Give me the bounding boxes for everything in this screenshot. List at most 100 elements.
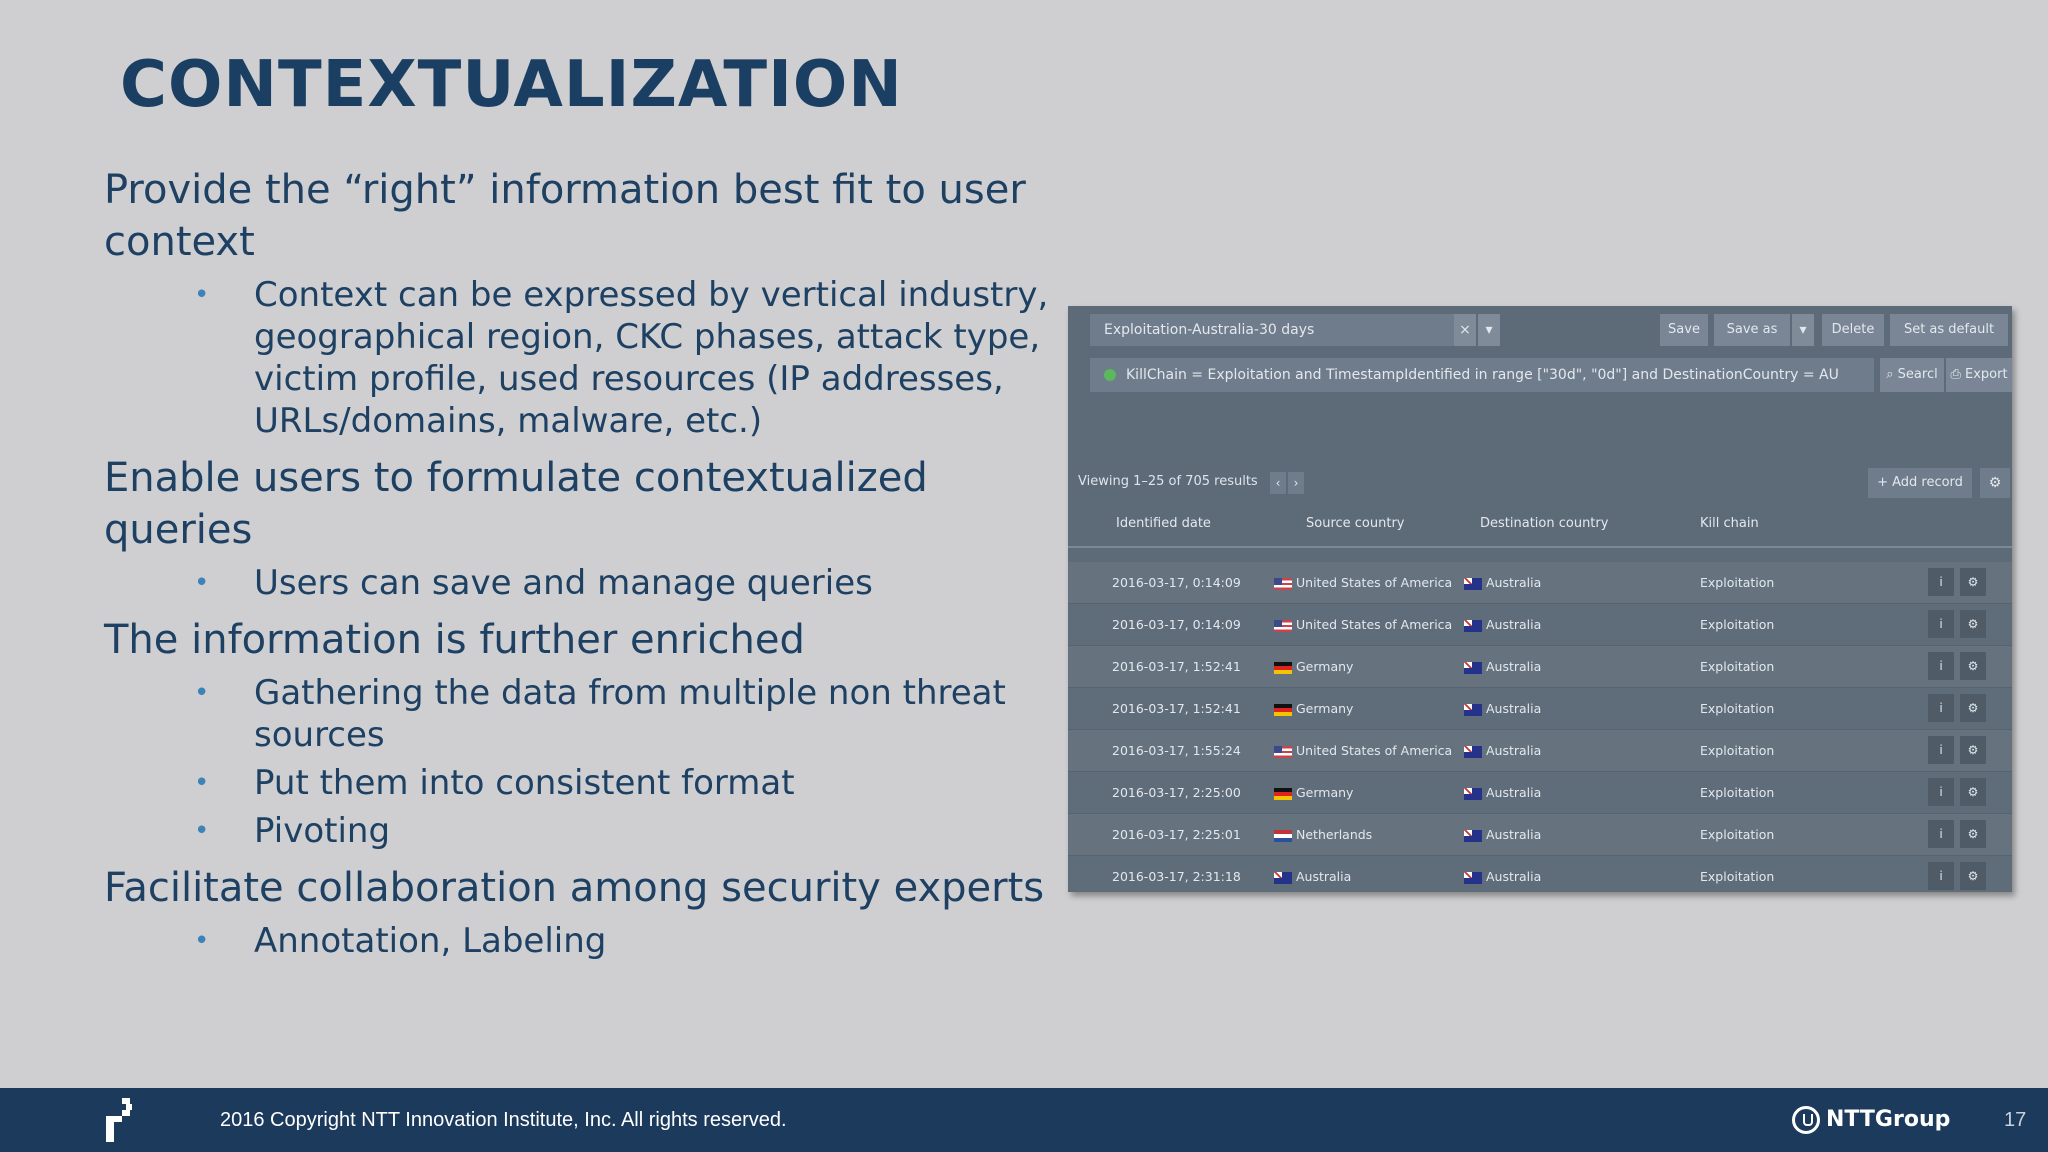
cell-source: Germany — [1274, 646, 1353, 687]
bullet-level1: Provide the “right” information best fit… — [104, 164, 1064, 268]
table-row[interactable]: 2016-03-17, 0:14:09 United States of Amer… — [1068, 562, 2012, 604]
bullet-text: Context can be expressed by vertical ind… — [254, 275, 1049, 441]
destination-flag-icon — [1464, 829, 1482, 842]
ntt-circle-icon — [1792, 1106, 1820, 1134]
row-info-icon[interactable]: i — [1928, 736, 1954, 764]
table-row[interactable]: 2016-03-17, 1:55:24 United States of Amer… — [1068, 730, 2012, 772]
destination-country: Australia — [1486, 659, 1542, 674]
save-button[interactable]: Save — [1660, 314, 1708, 346]
bullet-dot-icon: • — [194, 280, 210, 310]
cell-destination: Australia — [1464, 688, 1541, 729]
table-row[interactable]: 2016-03-17, 1:52:41 Germany Australia Explo… — [1068, 688, 2012, 730]
cell-date: 2016-03-17, 2:25:00 — [1112, 785, 1241, 800]
results-table: 2016-03-17, 0:14:09 United States of Amer… — [1068, 562, 2012, 892]
row-settings-icon[interactable]: ⚙ — [1960, 862, 1986, 890]
row-settings-icon[interactable]: ⚙ — [1960, 778, 1986, 806]
brand-text: NTTGroup — [1826, 1107, 1951, 1132]
destination-flag-icon — [1464, 619, 1482, 632]
bullet-text: Enable users to formulate contextualized… — [104, 455, 928, 553]
bullet-text: Facilitate collaboration among security … — [104, 865, 1045, 911]
table-row[interactable]: 2016-03-17, 2:25:00 Germany Australia Explo… — [1068, 772, 2012, 814]
column-header-source[interactable]: Source country — [1306, 516, 1405, 531]
row-info-icon[interactable]: i — [1928, 652, 1954, 680]
cell-date: 2016-03-17, 0:14:09 — [1112, 575, 1241, 590]
destination-country: Australia — [1486, 701, 1542, 716]
header-divider — [1068, 546, 2012, 548]
bullet-text: Users can save and manage queries — [254, 563, 873, 603]
row-settings-icon[interactable]: ⚙ — [1960, 652, 1986, 680]
app-screenshot: Exploitation-Australia-30 days × ▾ Save … — [1068, 306, 2012, 892]
bullet-level2: • Put them into consistent format — [104, 762, 1064, 804]
source-flag-icon — [1274, 871, 1292, 884]
export-button[interactable]: ⎙ Export — [1946, 358, 2012, 392]
table-row[interactable]: 2016-03-17, 0:14:09 United States of Amer… — [1068, 604, 2012, 646]
next-page-icon[interactable]: › — [1288, 472, 1304, 494]
row-settings-icon[interactable]: ⚙ — [1960, 820, 1986, 848]
source-country: Germany — [1296, 659, 1354, 674]
ntt-group-logo: NTTGroup — [1792, 1102, 1950, 1138]
search-button[interactable]: ⌕ Searcl — [1880, 358, 1944, 392]
query-dropdown-icon[interactable]: ▾ — [1478, 314, 1500, 346]
cell-date: 2016-03-17, 1:52:41 — [1112, 659, 1241, 674]
copyright-text: 2016 Copyright NTT Innovation Institute,… — [220, 1109, 787, 1131]
destination-country: Australia — [1486, 743, 1542, 758]
slide-title: CONTEXTUALIZATION — [120, 48, 903, 122]
cell-kill-chain: Exploitation — [1700, 617, 1775, 632]
table-settings-icon[interactable]: ⚙ — [1980, 468, 2010, 498]
column-header-destination[interactable]: Destination country — [1480, 516, 1608, 531]
cell-kill-chain: Exploitation — [1700, 659, 1775, 674]
bullet-dot-icon: • — [194, 816, 210, 846]
ntt-i3-logo — [106, 1098, 132, 1142]
bullet-level1: Facilitate collaboration among security … — [104, 862, 1064, 914]
row-info-icon[interactable]: i — [1928, 610, 1954, 638]
row-settings-icon[interactable]: ⚙ — [1960, 736, 1986, 764]
row-info-icon[interactable]: i — [1928, 778, 1954, 806]
destination-flag-icon — [1464, 577, 1482, 590]
row-info-icon[interactable]: i — [1928, 694, 1954, 722]
table-row[interactable]: 2016-03-17, 2:31:18 Australia Australia Exp… — [1068, 856, 2012, 892]
source-flag-icon — [1274, 787, 1292, 800]
destination-country: Australia — [1486, 575, 1542, 590]
cell-date: 2016-03-17, 1:52:41 — [1112, 701, 1241, 716]
source-country: United States of America — [1296, 743, 1453, 758]
cell-destination: Australia — [1464, 772, 1541, 813]
clear-query-icon[interactable]: × — [1454, 314, 1476, 346]
column-header-date[interactable]: Identified date — [1116, 516, 1211, 531]
cell-destination: Australia — [1464, 646, 1541, 687]
destination-flag-icon — [1464, 745, 1482, 758]
footer: 2016 Copyright NTT Innovation Institute,… — [0, 1088, 2048, 1152]
cell-source: Netherlands — [1274, 814, 1372, 855]
row-settings-icon[interactable]: ⚙ — [1960, 610, 1986, 638]
bullet-text: Pivoting — [254, 811, 391, 851]
source-flag-icon — [1274, 577, 1292, 590]
source-flag-icon — [1274, 619, 1292, 632]
save-as-dropdown-icon[interactable]: ▾ — [1792, 314, 1814, 346]
bullet-text: The information is further enriched — [104, 617, 805, 663]
row-settings-icon[interactable]: ⚙ — [1960, 568, 1986, 596]
add-record-button[interactable]: + Add record — [1868, 468, 1972, 498]
bullet-text: Gathering the data from multiple non thr… — [254, 673, 1006, 755]
table-row[interactable]: 2016-03-17, 2:25:01 Netherlands Australia E… — [1068, 814, 2012, 856]
query-name-field[interactable]: Exploitation-Australia-30 days — [1090, 314, 1454, 346]
row-info-icon[interactable]: i — [1928, 820, 1954, 848]
delete-button[interactable]: Delete — [1822, 314, 1884, 346]
cell-source: Australia — [1274, 856, 1351, 892]
bullet-dot-icon: • — [194, 926, 210, 956]
bullet-dot-icon: • — [194, 768, 210, 798]
table-row[interactable]: 2016-03-17, 1:52:41 Germany Australia Explo… — [1068, 646, 2012, 688]
row-settings-icon[interactable]: ⚙ — [1960, 694, 1986, 722]
source-country: Australia — [1296, 869, 1352, 884]
query-filter-input[interactable]: KillChain = Exploitation and TimestampId… — [1090, 358, 1874, 392]
bullet-level1: Enable users to formulate contextualized… — [104, 452, 1064, 556]
cell-kill-chain: Exploitation — [1700, 827, 1775, 842]
column-header-kill-chain[interactable]: Kill chain — [1700, 516, 1759, 531]
save-as-button[interactable]: Save as — [1714, 314, 1790, 346]
row-info-icon[interactable]: i — [1928, 862, 1954, 890]
set-default-button[interactable]: Set as default — [1890, 314, 2008, 346]
cell-source: Germany — [1274, 772, 1353, 813]
destination-flag-icon — [1464, 703, 1482, 716]
source-country: Germany — [1296, 785, 1354, 800]
row-info-icon[interactable]: i — [1928, 568, 1954, 596]
cell-date: 2016-03-17, 2:25:01 — [1112, 827, 1241, 842]
prev-page-icon[interactable]: ‹ — [1270, 472, 1286, 494]
